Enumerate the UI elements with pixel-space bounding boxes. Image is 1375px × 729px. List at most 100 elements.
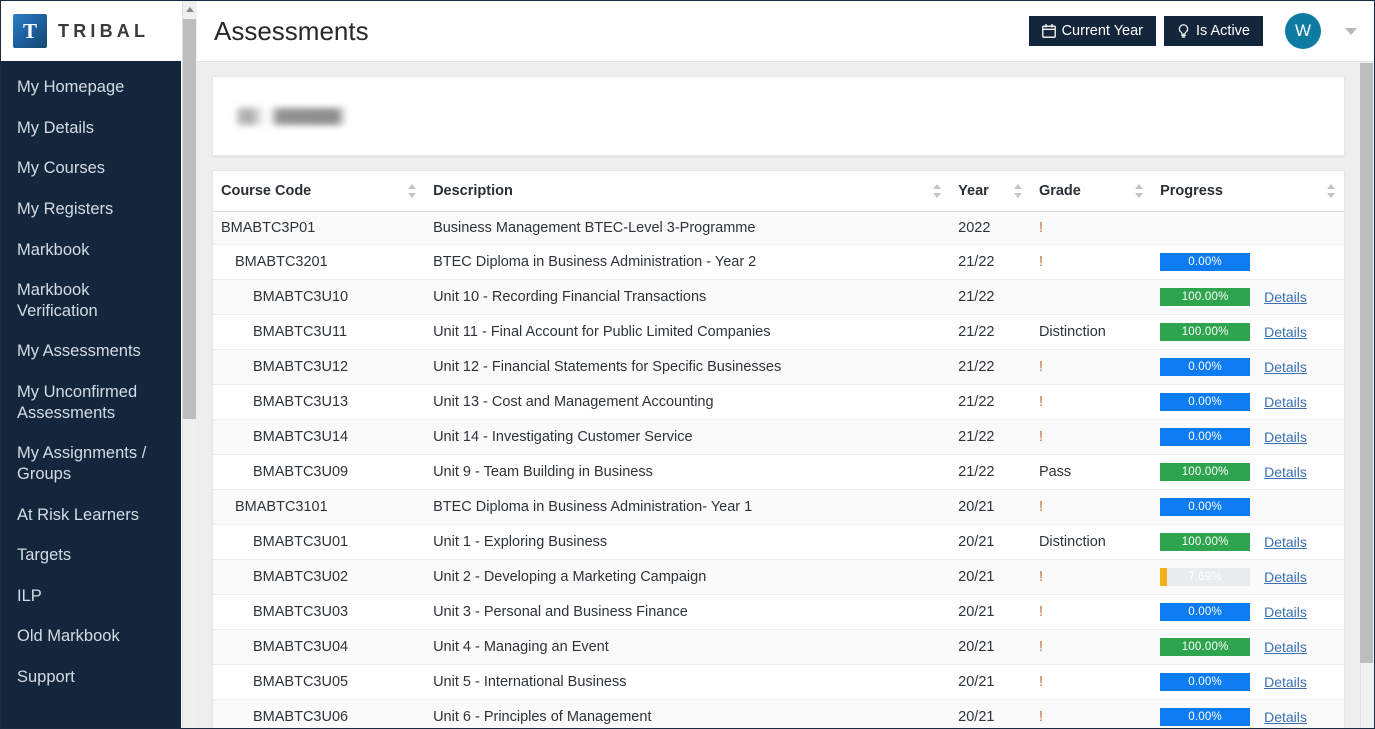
- details-link[interactable]: Details: [1264, 674, 1307, 690]
- column-header-progress[interactable]: Progress: [1152, 171, 1344, 212]
- details-link[interactable]: Details: [1264, 569, 1307, 585]
- lightbulb-icon: [1177, 24, 1190, 38]
- table-row[interactable]: BMABTC3U01 Unit 1 - Exploring Business 20/…: [213, 524, 1344, 560]
- table-row[interactable]: BMABTC3U05 Unit 5 - International Busines…: [213, 664, 1344, 700]
- cell-year: 20/21: [950, 524, 1031, 560]
- top-bar-actions: Current Year Is Active W: [1028, 13, 1361, 49]
- column-header-year[interactable]: Year: [950, 171, 1031, 212]
- table-row[interactable]: BMABTC3U11 Unit 11 - Final Account for Pu…: [213, 314, 1344, 350]
- cell-course-code: BMABTC3U09: [213, 454, 426, 490]
- column-header-description[interactable]: Description: [425, 171, 951, 212]
- column-header-grade[interactable]: Grade: [1030, 171, 1153, 212]
- details-link[interactable]: Details: [1264, 289, 1307, 305]
- table-row[interactable]: BMABTC3U02 Unit 2 - Developing a Marketin…: [213, 559, 1344, 595]
- cell-progress: 0.00% Details: [1152, 384, 1344, 420]
- sidebar-item-markbook[interactable]: Markbook: [1, 230, 181, 271]
- grade-alert-icon: !: [1038, 359, 1043, 375]
- grade-alert-icon: !: [1038, 220, 1043, 236]
- sidebar-scrollbar-thumb[interactable]: [183, 19, 196, 419]
- sidebar-scroll-up-icon[interactable]: [183, 2, 197, 17]
- sort-icon-course-code[interactable]: [408, 183, 417, 199]
- table-row[interactable]: BMABTC3U13 Unit 13 - Cost and Management …: [213, 384, 1344, 420]
- sidebar-item-at-risk-learners[interactable]: At Risk Learners: [1, 495, 181, 536]
- cell-description: Unit 14 - Investigating Customer Service: [425, 419, 951, 455]
- table-row[interactable]: BMABTC3201 BTEC Diploma in Business Admin…: [213, 244, 1344, 280]
- column-header-course-code[interactable]: Course Code: [213, 171, 426, 212]
- table-row[interactable]: BMABTC3U14 Unit 14 - Investigating Custom…: [213, 419, 1344, 455]
- progress-bar: 100.00%: [1160, 638, 1251, 656]
- sidebar-item-my-details[interactable]: My Details: [1, 108, 181, 149]
- sidebar-item-ilp[interactable]: ILP: [1, 576, 181, 617]
- main-area: Assessments Current Year Is Active W Cou…: [197, 1, 1374, 728]
- sort-icon-progress[interactable]: [1327, 183, 1336, 199]
- cell-progress: 7.69% Details: [1152, 559, 1344, 595]
- calendar-icon: [1041, 24, 1056, 38]
- sidebar-item-my-registers[interactable]: My Registers: [1, 189, 181, 230]
- main-scrollbar-thumb[interactable]: [1360, 63, 1373, 663]
- is-active-button[interactable]: Is Active: [1164, 16, 1263, 46]
- details-link[interactable]: Details: [1264, 534, 1307, 550]
- details-link[interactable]: Details: [1264, 324, 1307, 340]
- cell-course-code: BMABTC3U03: [213, 594, 426, 630]
- grade-alert-icon: !: [1038, 254, 1043, 270]
- grade-alert-icon: !: [1038, 429, 1043, 445]
- avatar[interactable]: W: [1285, 13, 1321, 49]
- table-row[interactable]: BMABTC3U03 Unit 3 - Personal and Business…: [213, 594, 1344, 630]
- sidebar-item-my-unconfirmed-assessments[interactable]: My Unconfirmed Assessments: [1, 372, 181, 433]
- details-link[interactable]: Details: [1264, 394, 1307, 410]
- cell-grade: Distinction: [1030, 524, 1153, 560]
- table-row[interactable]: BMABTC3U10 Unit 10 - Recording Financial …: [213, 279, 1344, 315]
- cell-progress: 100.00% Details: [1152, 524, 1344, 560]
- details-link[interactable]: Details: [1264, 464, 1307, 480]
- cell-year: 21/22: [950, 419, 1031, 455]
- current-year-button[interactable]: Current Year: [1028, 16, 1156, 46]
- progress-bar-label: 100.00%: [1181, 466, 1229, 478]
- cell-progress: 100.00% Details: [1152, 629, 1344, 665]
- chevron-down-icon[interactable]: [1345, 27, 1357, 35]
- current-year-label: Current Year: [1061, 23, 1143, 39]
- table-row[interactable]: BMABTC3U06 Unit 6 - Principles of Managem…: [213, 699, 1344, 728]
- cell-grade: Pass: [1030, 454, 1153, 490]
- cell-year: 2022: [950, 211, 1031, 245]
- sidebar-item-old-markbook[interactable]: Old Markbook: [1, 616, 181, 657]
- cell-year: 21/22: [950, 349, 1031, 385]
- sort-icon-year[interactable]: [1013, 183, 1023, 199]
- progress-bar: 100.00%: [1160, 288, 1251, 306]
- details-link[interactable]: Details: [1264, 604, 1307, 620]
- progress-bar-label: 0.00%: [1188, 256, 1222, 268]
- table-row[interactable]: BMABTC3U04 Unit 4 - Managing an Event 20/2…: [213, 629, 1344, 665]
- table-row[interactable]: BMABTC3U09 Unit 9 - Team Building in Busi…: [213, 454, 1344, 490]
- table-row[interactable]: BMABTC3101 BTEC Diploma in Business Admin…: [213, 489, 1344, 525]
- details-link[interactable]: Details: [1264, 429, 1307, 445]
- sidebar-item-markbook-verification[interactable]: Markbook Verification: [1, 270, 181, 331]
- sidebar-item-my-courses[interactable]: My Courses: [1, 148, 181, 189]
- cell-course-code: BMABTC3U11: [213, 314, 426, 350]
- details-link[interactable]: Details: [1264, 359, 1307, 375]
- details-link[interactable]: Details: [1264, 709, 1307, 725]
- cell-grade: !: [1030, 211, 1153, 245]
- sort-icon-grade[interactable]: [1135, 183, 1144, 199]
- cell-description: BTEC Diploma in Business Administration …: [425, 244, 951, 280]
- table-row[interactable]: BMABTC3U12 Unit 12 - Financial Statements…: [213, 349, 1344, 385]
- cell-description: Unit 1 - Exploring Business: [425, 524, 951, 560]
- grade-alert-icon: !: [1038, 709, 1043, 725]
- cell-progress: 0.00% Details: [1152, 699, 1344, 728]
- assessments-table: Course Code Description Year Grade Progr…: [213, 171, 1344, 728]
- sidebar-item-my-homepage[interactable]: My Homepage: [1, 67, 181, 108]
- sidebar-item-targets[interactable]: Targets: [1, 535, 181, 576]
- details-link[interactable]: Details: [1264, 639, 1307, 655]
- table-row[interactable]: BMABTC3P01 Business Management BTEC-Level…: [213, 211, 1344, 245]
- grade-alert-icon: !: [1038, 499, 1043, 515]
- column-label-description: Description: [433, 183, 513, 199]
- sidebar-item-my-assessments[interactable]: My Assessments: [1, 331, 181, 372]
- progress-bar-label: 0.00%: [1188, 676, 1222, 688]
- cell-description: Unit 12 - Financial Statements for Speci…: [425, 349, 951, 385]
- sort-icon-description[interactable]: [933, 183, 942, 199]
- brand-logo[interactable]: T TRIBAL: [1, 1, 181, 61]
- sidebar-item-my-assignments-groups[interactable]: My Assignments / Groups: [1, 433, 181, 494]
- cell-progress: 0.00%: [1152, 244, 1344, 280]
- cell-progress: [1152, 211, 1344, 245]
- cell-course-code: BMABTC3U05: [213, 664, 426, 700]
- sidebar-item-support[interactable]: Support: [1, 657, 181, 698]
- cell-course-code: BMABTC3U02: [213, 559, 426, 595]
